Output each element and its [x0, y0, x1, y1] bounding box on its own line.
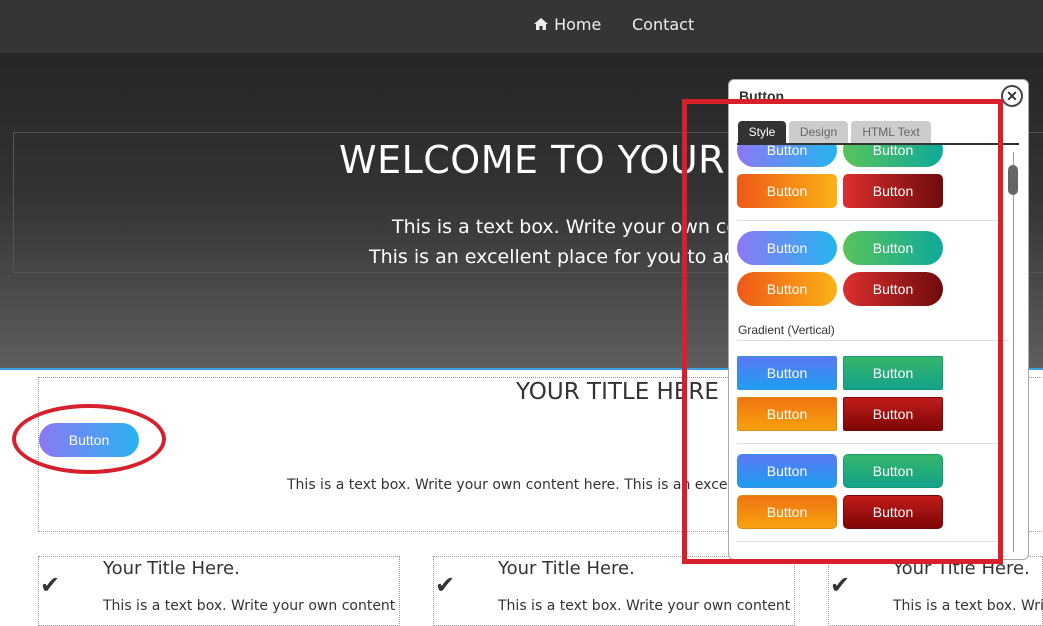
annotation-ellipse	[12, 404, 166, 474]
feature-text-2[interactable]: This is a text box. Write your own conte…	[498, 598, 790, 614]
nav-contact-link[interactable]: Contact	[632, 15, 694, 34]
home-icon	[534, 18, 548, 30]
feature-title-2[interactable]: Your Title Here.	[498, 558, 635, 579]
top-navbar: Home Contact	[0, 0, 1043, 53]
feature-text-1[interactable]: This is a text box. Write your own conte…	[103, 598, 395, 614]
hero-title[interactable]: WELCOME TO YOUR	[339, 138, 725, 182]
annotation-rectangle	[682, 99, 1003, 564]
feature-title-1[interactable]: Your Title Here.	[103, 558, 240, 579]
scrollbar-track[interactable]	[1013, 152, 1014, 552]
check-icon: ✔	[830, 571, 851, 599]
check-icon: ✔	[435, 571, 456, 599]
nav-home-label: Home	[554, 15, 602, 34]
feature-text-3[interactable]: This is a text box. Write	[893, 598, 1043, 614]
scrollbar-thumb[interactable]	[1008, 165, 1018, 195]
close-icon[interactable]: ✕	[1001, 85, 1023, 107]
nav-home-link[interactable]: Home	[533, 15, 601, 34]
check-icon: ✔	[40, 571, 61, 599]
